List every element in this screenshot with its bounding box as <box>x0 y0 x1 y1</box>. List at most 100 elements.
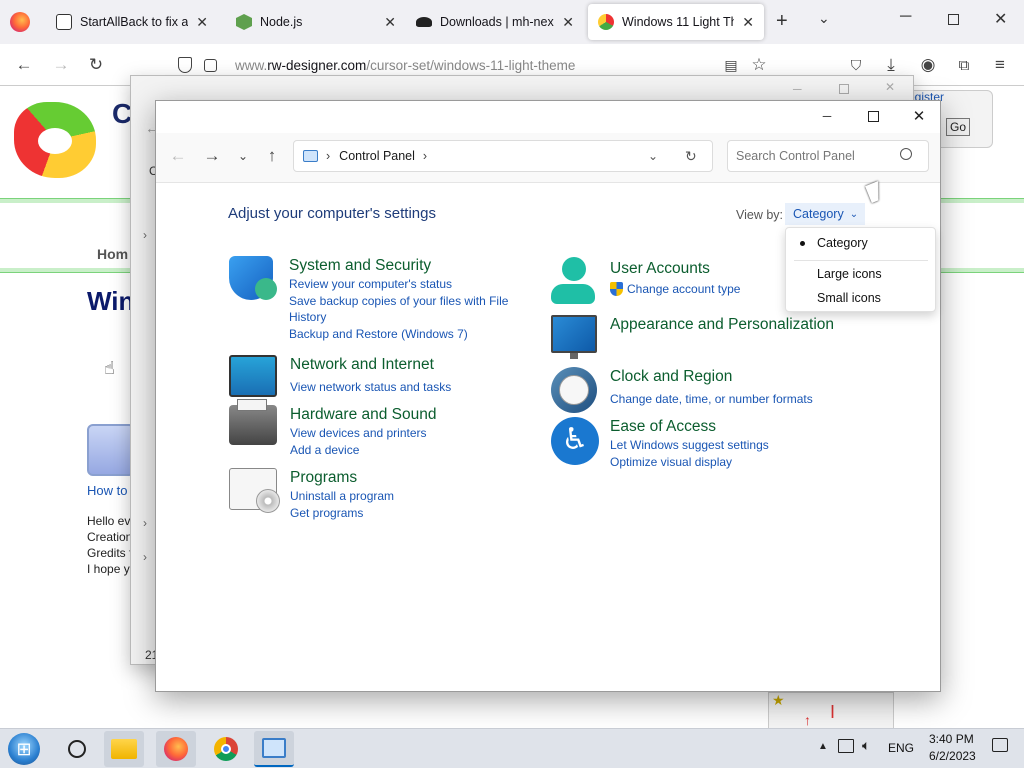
bg-close-icon[interactable]: ✕ <box>885 80 895 94</box>
browser-tab[interactable]: StartAllBack to fix all W ✕ <box>46 4 218 40</box>
add-device-link[interactable]: Add a device <box>290 442 437 459</box>
view-option-large-icons[interactable]: Large icons <box>817 267 882 281</box>
howto-link[interactable]: How to <box>87 483 127 498</box>
clock-date[interactable]: 6/2/2023 <box>929 749 976 763</box>
nav-home-link[interactable]: Hom <box>97 246 128 262</box>
printer-icon[interactable] <box>229 399 277 445</box>
close-tab-icon[interactable]: ✕ <box>196 14 208 31</box>
bookmark-star-icon[interactable]: ☆ <box>747 53 771 77</box>
suggest-settings-link[interactable]: Let Windows suggest settings <box>610 437 769 454</box>
file-history-link[interactable]: Save backup copies of your files with Fi… <box>289 293 519 326</box>
forward-icon[interactable]: → <box>200 144 224 168</box>
close-tab-icon[interactable]: ✕ <box>742 14 754 31</box>
shield-icon[interactable] <box>178 57 192 73</box>
search-icon[interactable] <box>900 148 912 160</box>
clock-globe-icon[interactable] <box>551 367 597 413</box>
programs-icon[interactable] <box>229 468 280 513</box>
accessibility-icon[interactable]: ♿ <box>551 417 599 465</box>
appearance-title[interactable]: Appearance and Personalization <box>610 315 834 335</box>
up-icon[interactable]: ↑ <box>260 144 284 168</box>
review-status-link[interactable]: Review your computer's status <box>289 276 519 293</box>
view-option-small-icons[interactable]: Small icons <box>817 291 881 305</box>
menu-icon[interactable]: ≡ <box>988 53 1012 77</box>
view-option-category[interactable]: Category <box>817 236 868 250</box>
show-hidden-icons[interactable]: ▲ <box>818 741 828 752</box>
search-input[interactable]: Search Control Panel <box>736 149 855 163</box>
user-accounts-icon[interactable] <box>551 257 595 305</box>
new-tab-icon[interactable]: + <box>776 10 788 33</box>
back-icon[interactable]: ← <box>166 144 190 168</box>
view-by-button[interactable]: Category ⌄ <box>785 203 865 225</box>
close-window-icon[interactable]: ✕ <box>994 9 1007 29</box>
address-bar[interactable]: › Control Panel › ⌄ ↻ <box>293 140 713 172</box>
browser-tab[interactable]: Node.js ✕ <box>226 4 406 40</box>
tab-list-icon[interactable]: ⌄ <box>818 10 830 27</box>
browser-tab-active[interactable]: Windows 11 Light Ther ✕ <box>588 4 764 40</box>
maximize-icon[interactable] <box>850 101 896 131</box>
clock-region-title[interactable]: Clock and Region <box>610 367 813 387</box>
floppy-icon[interactable] <box>87 424 135 476</box>
title-bar[interactable]: ─ ✕ <box>156 101 940 133</box>
download-icon[interactable]: ⤓ <box>879 53 903 77</box>
pocket-icon[interactable]: ⛉ <box>844 53 868 77</box>
backup-restore-link[interactable]: Backup and Restore (Windows 7) <box>289 326 519 343</box>
search-box[interactable]: Search Control Panel <box>727 140 929 172</box>
volume-icon[interactable]: 🔈︎ <box>862 737 870 754</box>
reader-view-icon[interactable]: ▤ <box>719 53 743 77</box>
intro-line: Gredits f <box>87 546 133 560</box>
uninstall-link[interactable]: Uninstall a program <box>290 488 394 505</box>
appearance-monitor-icon[interactable] <box>551 315 597 359</box>
breadcrumb-separator-icon[interactable]: › <box>423 149 427 163</box>
programs-title[interactable]: Programs <box>290 468 394 488</box>
start-button[interactable]: ⊞ <box>4 731 44 767</box>
system-security-title[interactable]: System and Security <box>289 256 519 276</box>
network-icon[interactable] <box>838 739 854 753</box>
close-tab-icon[interactable]: ✕ <box>384 14 396 31</box>
go-button[interactable]: Go <box>946 118 970 136</box>
network-status-link[interactable]: View network status and tasks <box>290 379 451 396</box>
back-icon[interactable]: ← <box>12 53 36 77</box>
search-icon[interactable] <box>57 731 97 767</box>
bg-chevron-icon[interactable]: › <box>143 516 147 530</box>
language-indicator[interactable]: ENG <box>888 741 914 755</box>
change-account-type-link[interactable]: Change account type <box>627 281 740 298</box>
ease-title[interactable]: Ease of Access <box>610 417 769 437</box>
firefox-taskbar-icon[interactable] <box>156 731 196 767</box>
control-panel-taskbar-icon[interactable] <box>254 731 294 767</box>
extensions-icon[interactable]: ⧉ <box>952 53 976 77</box>
clock-time[interactable]: 3:40 PM <box>929 732 974 746</box>
refresh-icon[interactable]: ↻ <box>685 148 697 165</box>
chevron-down-icon: ⌄ <box>849 208 859 220</box>
minimize-icon[interactable]: ─ <box>900 8 911 26</box>
chrome-icon[interactable] <box>206 731 246 767</box>
hardware-title[interactable]: Hardware and Sound <box>290 405 437 425</box>
get-programs-link[interactable]: Get programs <box>290 505 394 522</box>
shield-icon[interactable] <box>229 256 277 300</box>
bg-chevron-icon[interactable]: › <box>143 550 147 564</box>
user-accounts-title[interactable]: User Accounts <box>610 259 740 279</box>
restore-icon[interactable] <box>948 14 959 25</box>
bg-chevron-icon[interactable]: › <box>143 228 147 242</box>
close-tab-icon[interactable]: ✕ <box>562 14 574 31</box>
notifications-icon[interactable] <box>992 738 1008 752</box>
reload-icon[interactable]: ↻ <box>84 53 108 77</box>
forward-icon[interactable]: → <box>49 53 73 77</box>
address-dropdown-icon[interactable]: ⌄ <box>648 149 658 163</box>
bg-min-icon[interactable]: ─ <box>793 82 802 96</box>
bg-max-icon[interactable] <box>839 84 849 94</box>
close-icon[interactable]: ✕ <box>896 101 942 131</box>
firefox-icon[interactable] <box>10 12 30 32</box>
optimize-display-link[interactable]: Optimize visual display <box>610 454 769 471</box>
breadcrumb-control-panel[interactable]: Control Panel <box>339 149 415 163</box>
lock-broken-icon[interactable] <box>204 58 217 72</box>
browser-tab[interactable]: Downloads | mh-nexus ✕ <box>406 4 584 40</box>
account-icon[interactable]: ◉ <box>916 53 940 77</box>
file-explorer-icon[interactable] <box>104 731 144 767</box>
date-time-formats-link[interactable]: Change date, time, or number formats <box>610 391 813 408</box>
minimize-icon[interactable]: ─ <box>804 101 850 131</box>
network-globe-icon[interactable] <box>229 355 277 397</box>
devices-printers-link[interactable]: View devices and printers <box>290 425 437 442</box>
recent-locations-icon[interactable]: ⌄ <box>231 144 255 168</box>
breadcrumb-separator-icon[interactable]: › <box>326 149 330 163</box>
network-title[interactable]: Network and Internet <box>290 355 451 375</box>
